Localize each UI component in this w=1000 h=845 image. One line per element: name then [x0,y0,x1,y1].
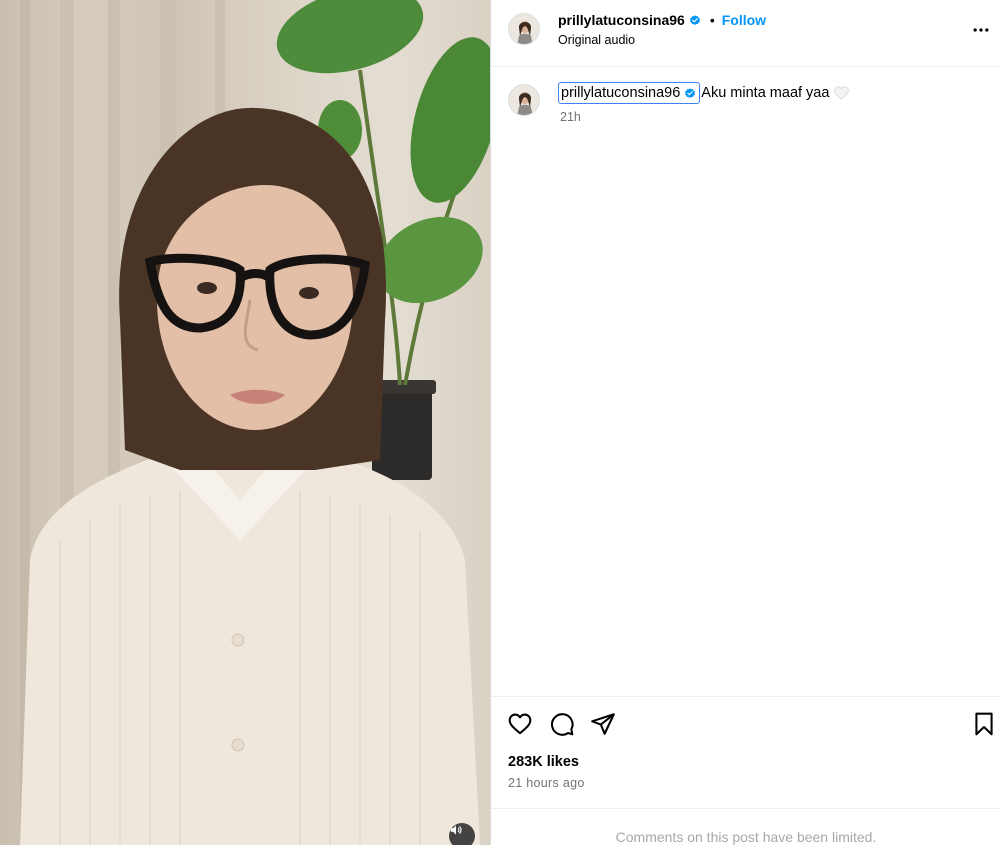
follow-button[interactable]: Follow [722,12,766,28]
more-options-icon[interactable] [971,20,991,40]
caption-username-link[interactable]: prillylatuconsina96 [558,82,701,104]
mute-button[interactable] [449,823,475,845]
post-video[interactable] [0,0,490,845]
caption: prillylatuconsina96 Aku minta maaf yaa [558,82,850,104]
white-heart-icon [834,86,850,100]
post-header: prillylatuconsina96 • Follow Original au… [491,0,1000,67]
comment-icon[interactable] [549,711,575,737]
avatar-image [509,85,539,115]
video-frame-illustration [20,0,490,845]
heart-outline-icon[interactable] [507,711,533,737]
caption-text: Aku minta maaf yaa [701,85,830,101]
verified-badge-icon [689,15,700,26]
caption-username: prillylatuconsina96 [561,85,681,101]
header-username[interactable]: prillylatuconsina96 [558,12,685,28]
send-icon[interactable] [590,711,616,737]
header-user-line: prillylatuconsina96 • Follow [558,12,766,28]
verified-badge-icon [685,88,696,99]
caption-timestamp[interactable]: 21h [560,110,581,124]
speaker-icon [450,825,462,835]
avatar[interactable] [508,13,540,45]
post-details-panel: prillylatuconsina96 • Follow Original au… [490,0,1000,845]
comments-limited-notice: Comments on this post have been limited. [491,808,1000,845]
action-bar: 283K likes 21 hours ago [491,696,1000,808]
likes-count[interactable]: 283K likes [508,754,579,770]
post-timestamp[interactable]: 21 hours ago [508,776,585,790]
avatar-image [509,14,539,44]
separator-dot: • [709,12,715,28]
audio-label[interactable]: Original audio [558,33,635,47]
caption-avatar[interactable] [508,84,540,116]
bookmark-icon[interactable] [971,711,997,737]
